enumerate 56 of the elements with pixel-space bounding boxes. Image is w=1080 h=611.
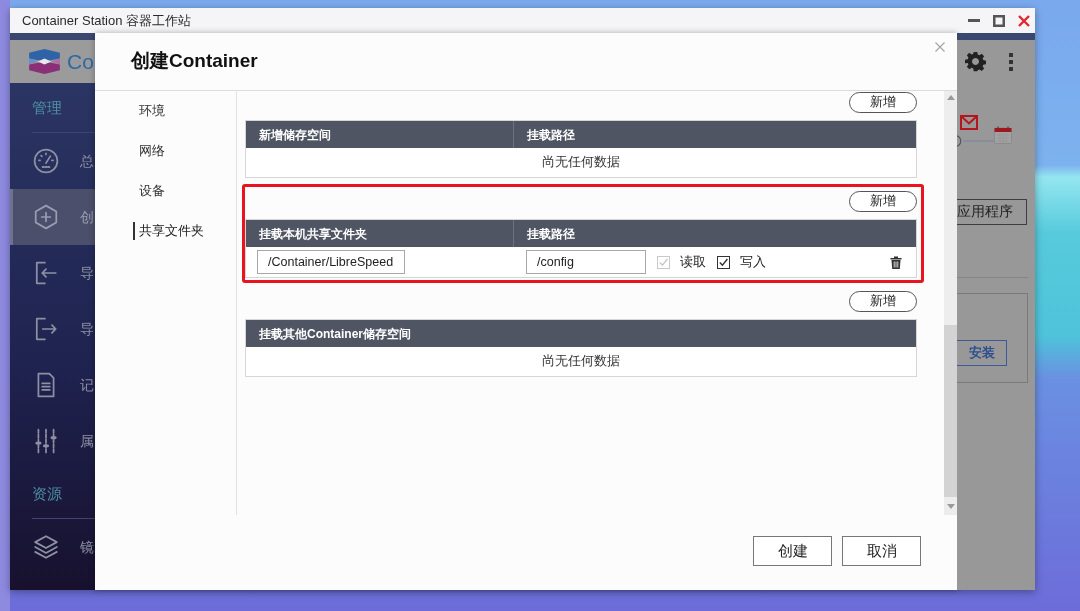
sidebar-item[interactable]: 导 bbox=[10, 301, 95, 357]
sidebar-item[interactable]: 导 bbox=[10, 245, 95, 301]
column-header: 挂载其他Container储存空间 bbox=[259, 325, 411, 343]
empty-table-message: 尚无任何数据 bbox=[542, 154, 620, 172]
close-icon bbox=[1018, 14, 1030, 27]
scroll-down-icon[interactable] bbox=[946, 503, 955, 509]
settings-icon[interactable] bbox=[965, 51, 986, 72]
add-button[interactable]: 新增 bbox=[849, 92, 917, 113]
sidebar-item[interactable]: 镜 bbox=[10, 519, 95, 575]
sidebar-heading: 资源 bbox=[32, 484, 63, 504]
dialog-nav-tab[interactable]: 环境 bbox=[133, 102, 165, 120]
scroll-up-icon[interactable] bbox=[946, 95, 955, 100]
layers-icon bbox=[33, 534, 59, 560]
add-button[interactable]: 新增 bbox=[849, 291, 917, 312]
dialog-close-button[interactable] bbox=[935, 42, 945, 52]
column-header: 挂载路径 bbox=[527, 126, 575, 144]
app-logo bbox=[27, 49, 62, 74]
checkbox[interactable] bbox=[717, 255, 730, 269]
column-header: 新增储存空间 bbox=[259, 126, 331, 144]
scrollbar-thumb[interactable] bbox=[944, 325, 957, 497]
dialog-nav-tab[interactable]: 设备 bbox=[133, 182, 165, 200]
calendar-icon bbox=[994, 126, 1012, 144]
dialog-nav-tab[interactable]: 网络 bbox=[133, 142, 165, 160]
mail-icon bbox=[960, 115, 978, 130]
column-header: 挂载路径 bbox=[527, 225, 575, 243]
host-path-field[interactable]: /Container/LibreSpeed bbox=[257, 250, 405, 274]
checkbox-label: 读取 bbox=[680, 253, 706, 271]
column-header: 挂载本机共享文件夹 bbox=[259, 225, 367, 243]
dialog-title: 创建Container bbox=[131, 49, 258, 74]
more-options-icon[interactable] bbox=[1009, 52, 1013, 71]
empty-table-message: 尚无任何数据 bbox=[542, 353, 620, 371]
maximize-icon bbox=[993, 14, 1005, 27]
sidebar-item[interactable]: 总 bbox=[10, 133, 95, 189]
sidebar-item[interactable]: 记 bbox=[10, 357, 95, 413]
checkbox-label: 写入 bbox=[740, 253, 766, 271]
arrow-into-bracket-icon bbox=[33, 260, 59, 286]
window-title: Container Station 容器工作站 bbox=[22, 11, 192, 30]
sliders-icon bbox=[33, 428, 59, 454]
minimize-icon bbox=[968, 19, 980, 22]
gauge-icon bbox=[33, 148, 59, 174]
sidebar-heading: 管理 bbox=[32, 98, 63, 118]
mount-path-field[interactable]: /config bbox=[526, 250, 646, 274]
add-button[interactable]: 新增 bbox=[849, 191, 917, 212]
trash-icon bbox=[890, 255, 902, 269]
close-icon bbox=[935, 42, 945, 52]
apps-button[interactable]: 应用程序 bbox=[957, 199, 1027, 225]
app-brand: Co bbox=[67, 51, 94, 72]
timeline-connector bbox=[957, 135, 994, 147]
scrollbar[interactable] bbox=[944, 91, 957, 515]
delete-button[interactable] bbox=[890, 255, 902, 269]
sidebar-item[interactable]: 属 bbox=[10, 413, 95, 469]
arrow-out-of-bracket-icon bbox=[33, 316, 59, 342]
dialog-button[interactable]: 取消 bbox=[842, 536, 921, 566]
dialog-button[interactable]: 创建 bbox=[753, 536, 832, 566]
hexagon-plus-icon bbox=[33, 204, 59, 230]
dialog-nav-tab[interactable]: 共享文件夹 bbox=[133, 222, 204, 240]
